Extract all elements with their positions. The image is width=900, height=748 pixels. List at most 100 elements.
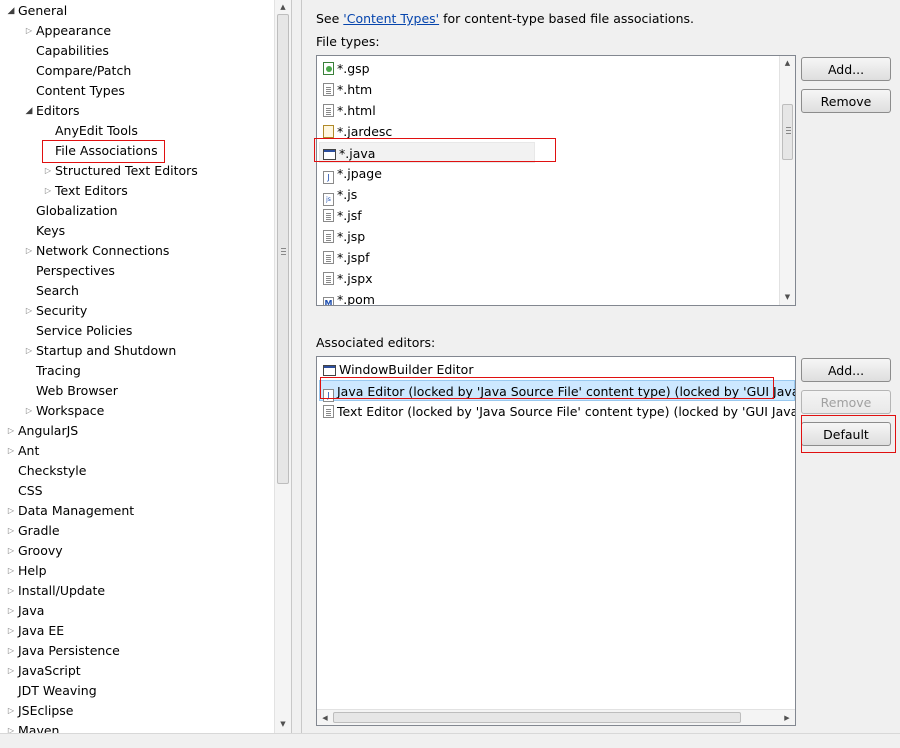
triangle-open-icon[interactable]: ◢ [6, 1, 16, 21]
tree-item[interactable]: AnyEdit Tools [43, 121, 291, 141]
file-type-item[interactable]: *.jsp [323, 226, 365, 247]
tree-item[interactable]: Keys [24, 221, 284, 241]
file-type-item[interactable]: *.html [323, 100, 376, 121]
scroll-up-icon[interactable]: ▲ [275, 0, 291, 14]
tree-item[interactable]: ▷ Help [6, 561, 266, 581]
scroll-left-icon[interactable]: ◀ [317, 711, 333, 725]
tree-item-label: Structured Text Editors [55, 163, 198, 178]
triangle-closed-icon[interactable]: ▷ [6, 701, 16, 721]
triangle-closed-icon[interactable]: ▷ [24, 401, 34, 421]
triangle-open-icon[interactable]: ◢ [24, 101, 34, 121]
scroll-up-icon[interactable]: ▲ [780, 56, 795, 70]
tree-item[interactable]: ▷ JSEclipse [6, 701, 266, 721]
tree-item[interactable]: ▷ Maven [6, 721, 266, 733]
tree-item[interactable]: ▷ Ant [6, 441, 266, 461]
tree-item[interactable]: Tracing [24, 361, 284, 381]
triangle-closed-icon[interactable]: ▷ [6, 561, 16, 581]
file-type-item[interactable]: J *.jpage [323, 163, 382, 184]
tree-item[interactable]: ◢ General [6, 1, 266, 21]
triangle-closed-icon[interactable]: ▷ [6, 521, 16, 541]
triangle-closed-icon[interactable]: ▷ [6, 441, 16, 461]
tree-item[interactable]: ▷ AngularJS [6, 421, 266, 441]
tree-item[interactable]: ▷ Network Connections [24, 241, 284, 261]
editors-default-button[interactable]: Default [801, 422, 891, 446]
file-associations-page: See 'Content Types' for content-type bas… [301, 0, 900, 733]
file-types-scroll-thumb[interactable] [782, 104, 793, 160]
file-type-item[interactable]: *.gsp [323, 58, 370, 79]
tree-item[interactable]: Service Policies [24, 321, 284, 341]
scroll-right-icon[interactable]: ▶ [779, 711, 795, 725]
triangle-closed-icon[interactable]: ▷ [6, 421, 16, 441]
tree-vertical-scrollbar[interactable]: ▲ ▼ [274, 0, 291, 733]
triangle-closed-icon[interactable]: ▷ [24, 341, 34, 361]
editor-item[interactable]: Text Editor (locked by 'Java Source File… [323, 401, 795, 422]
triangle-closed-icon[interactable]: ▷ [24, 301, 34, 321]
tree-item[interactable]: ▷ JavaScript [6, 661, 266, 681]
triangle-closed-icon[interactable]: ▷ [6, 661, 16, 681]
scroll-down-icon[interactable]: ▼ [275, 717, 291, 731]
content-types-link[interactable]: 'Content Types' [343, 11, 439, 26]
editors-add-button[interactable]: Add... [801, 358, 891, 382]
tree-item[interactable]: ▷ Text Editors [43, 181, 291, 201]
tree-item[interactable]: ▷ Java Persistence [6, 641, 266, 661]
tree-item[interactable]: Content Types [24, 81, 284, 101]
tree-item[interactable]: Perspectives [24, 261, 284, 281]
tree-scroll-thumb[interactable] [277, 14, 289, 484]
tree-item[interactable]: Capabilities [24, 41, 284, 61]
tree-item[interactable]: Search [24, 281, 284, 301]
tree-item[interactable]: ▷ Java [6, 601, 266, 621]
file-types-remove-button[interactable]: Remove [801, 89, 891, 113]
editors-remove-button[interactable]: Remove [801, 390, 891, 414]
tree-item[interactable]: Compare/Patch [24, 61, 284, 81]
file-type-item[interactable]: *.jardesc [323, 121, 392, 142]
tree-item[interactable]: ▷ Workspace [24, 401, 284, 421]
tree-item[interactable]: ▷ Install/Update [6, 581, 266, 601]
editors-scroll-thumb[interactable] [333, 712, 741, 723]
triangle-closed-icon[interactable]: ▷ [6, 501, 16, 521]
editors-horizontal-scrollbar[interactable]: ◀ ▶ [317, 709, 795, 725]
tree-item[interactable]: ▷ Data Management [6, 501, 266, 521]
tree-item[interactable]: ▷ Structured Text Editors [43, 161, 291, 181]
triangle-closed-icon[interactable]: ▷ [6, 541, 16, 561]
triangle-closed-icon[interactable]: ▷ [6, 721, 16, 733]
file-type-item[interactable]: js *.js [323, 184, 357, 206]
tree-item[interactable]: ▷ Appearance [24, 21, 284, 41]
tree-item[interactable]: ▷ Startup and Shutdown [24, 341, 284, 361]
editor-item[interactable]: J Java Editor (locked by 'Java Source Fil… [319, 380, 795, 402]
triangle-closed-icon[interactable]: ▷ [24, 21, 34, 41]
triangle-closed-icon[interactable]: ▷ [43, 161, 53, 181]
tree-item[interactable]: Web Browser [24, 381, 284, 401]
file-type-item[interactable]: M *.pom [323, 289, 375, 305]
tree-item-label: Startup and Shutdown [36, 343, 177, 358]
triangle-closed-icon[interactable]: ▷ [43, 181, 53, 201]
file-type-item[interactable]: *.jspf [323, 247, 370, 268]
tree-item[interactable]: ◢ Editors [24, 101, 284, 121]
tree-item[interactable]: JDT Weaving [6, 681, 266, 701]
file-types-scrollbar[interactable]: ▲ ▼ [779, 56, 795, 305]
file-type-item[interactable]: *.jsf [323, 205, 362, 226]
editor-item[interactable]: WindowBuilder Editor [323, 359, 473, 380]
triangle-closed-icon[interactable]: ▷ [6, 621, 16, 641]
triangle-closed-icon[interactable]: ▷ [24, 241, 34, 261]
tree-item[interactable]: Globalization [24, 201, 284, 221]
file-type-item[interactable]: *.htm [323, 79, 372, 100]
text-file-icon [323, 405, 334, 418]
file-type-item[interactable]: *.java [319, 142, 535, 163]
preferences-tree[interactable]: ◢ General ▷ Appearance Capabilities Compare/P… [0, 0, 292, 733]
file-type-item[interactable]: *.jspx [323, 268, 373, 289]
tree-item[interactable]: ▷ Java EE [6, 621, 266, 641]
tree-item[interactable]: ▷ Gradle [6, 521, 266, 541]
scroll-down-icon[interactable]: ▼ [780, 290, 795, 304]
triangle-closed-icon[interactable]: ▷ [6, 581, 16, 601]
associated-editors-list[interactable]: WindowBuilder Editor J Java Editor (locked… [316, 356, 796, 726]
triangle-closed-icon[interactable]: ▷ [6, 641, 16, 661]
tree-item[interactable]: Checkstyle [6, 461, 266, 481]
triangle-closed-icon[interactable]: ▷ [6, 601, 16, 621]
tree-item[interactable]: ▷ Security [24, 301, 284, 321]
file-types-list[interactable]: *.gsp *.htm *.html *.jardesc *.java J *.jpage j… [316, 55, 796, 306]
tree-item[interactable]: CSS [6, 481, 266, 501]
tree-item[interactable]: ▷ Groovy [6, 541, 266, 561]
file-types-add-button[interactable]: Add... [801, 57, 891, 81]
tree-item[interactable]: File Associations [43, 141, 291, 161]
